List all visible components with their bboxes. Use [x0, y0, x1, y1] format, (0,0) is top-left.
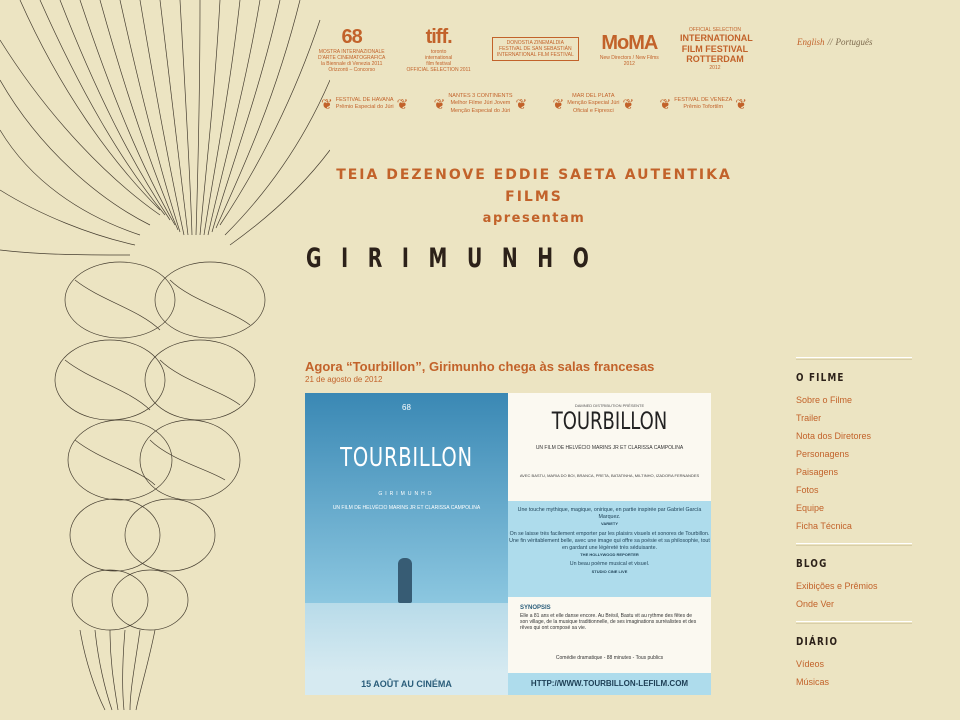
sidebar-section-diario: DIÁRIO Vídeos Músicas: [796, 635, 912, 691]
presenters-sub: apresentam: [482, 211, 586, 226]
quote-2: On se laisse très facilement emporter pa…: [509, 530, 710, 551]
poster-genre: Comédie dramatique - 88 minutes - Tous p…: [555, 655, 664, 661]
laurel-mdp-line-3: Oficial e Fipresci: [573, 107, 614, 114]
presenters: TEIA DEZENOVE EDDIE SAETA AUTENTIKA FILM…: [318, 164, 750, 230]
post-title-link[interactable]: Agora “Tourbillon”, Girimunho chega às s…: [305, 359, 654, 374]
lang-portuguese[interactable]: Português: [836, 37, 873, 47]
poster-figure: [398, 558, 412, 603]
lang-separator: //: [827, 37, 833, 47]
sidebar-item-fotos[interactable]: Fotos: [796, 481, 912, 499]
laurel-veneza-line-1: FESTIVAL DE VENEZA: [674, 96, 733, 103]
sidebar-item-ficha[interactable]: Ficha Técnica: [796, 517, 912, 535]
poster-laurel: 68: [402, 403, 411, 412]
sidebar-item-sobre[interactable]: Sobre o Filme: [796, 391, 912, 409]
laurel-havana-line-2: Prêmio Especial do Júri: [335, 104, 394, 110]
rotterdam-name: INTERNATIONAL FILM FESTIVAL ROTTERDAM: [679, 32, 753, 65]
laurel-nantes-line-3: Menção Especial do Júri: [450, 107, 511, 114]
sidebar-item-equipe[interactable]: Equipe: [796, 499, 912, 517]
poster-left-title: TOURBILLON: [340, 443, 473, 473]
laurel-left-icon: ❦: [659, 95, 672, 112]
san-sebastian-logo: DONOSTIA ZINEMALDIA FESTIVAL DE SAN SEBA…: [491, 37, 579, 61]
lang-english[interactable]: English: [797, 37, 825, 47]
synopsis-heading: SYNOPSIS: [520, 605, 551, 611]
laurel-veneza: ❦ FESTIVAL DE VENEZA Prêmio Tofortilm ❦: [656, 90, 750, 118]
laurel-left-icon: ❦: [433, 95, 446, 112]
sidebar-divider: [796, 543, 912, 546]
quote-1: Une touche mythique, magique, onirique, …: [517, 507, 702, 521]
laurel-havana-line-1: FESTIVAL DE HAVANA: [335, 96, 394, 103]
poster-right-credit: UN FILM DE HELVÉCIO MARINS JR ET CLARISS…: [535, 445, 684, 451]
laurel-right-icon: ❦: [396, 95, 409, 112]
sidebar-item-personagens[interactable]: Personagens: [796, 445, 912, 463]
award-laurels: ❦ FESTIVAL DE HAVANA Prêmio Especial do J…: [318, 90, 750, 118]
poster-left-credit: UN FILM DE HELVÉCIO MARINS JR ET CLARISS…: [332, 505, 481, 511]
sidebar-item-videos[interactable]: Vídeos: [796, 655, 912, 673]
laurel-mdp-line-1: MAR DEL PLATA: [572, 93, 615, 100]
sidebar-heading-film: O FILME: [796, 371, 845, 384]
braid-illustration: [0, 0, 330, 711]
moma-line-2: 2012: [623, 61, 635, 67]
festival-logos: 68 MOSTRA INTERNAZIONALE D'ARTE CINEMATO…: [318, 25, 753, 73]
quote-3: Un beau poème musical et visuel.: [569, 561, 650, 568]
sidebar-item-onde-ver[interactable]: Onde Ver: [796, 595, 912, 613]
sidebar-item-paisagens[interactable]: Paisagens: [796, 463, 912, 481]
laurel-right-icon: ❦: [515, 95, 528, 112]
post-date: 21 de agosto de 2012: [305, 375, 383, 384]
sidebar-item-exibicoes[interactable]: Exibições e Prêmios: [796, 577, 912, 595]
poster-right-cast: AVEC BASTU, MARIA DO BOI, BRANCA, PRETA,…: [519, 473, 700, 478]
laurel-left-icon: ❦: [321, 95, 333, 112]
sidebar-heading-blog: BLOG: [796, 557, 828, 570]
venice-logo: 68 MOSTRA INTERNAZIONALE D'ARTE CINEMATO…: [318, 25, 385, 73]
sidebar-heading-diario: DIÁRIO: [796, 635, 839, 648]
tourbillon-poster-image[interactable]: 68 TOURBILLON GIRIMUNHO UN FILM DE HELVÉ…: [305, 393, 711, 695]
poster-left-footer: 15 AOÛT AU CINÉMA: [305, 673, 508, 695]
quote-1-source: VARIETY: [600, 521, 619, 527]
sidebar-section-blog: BLOG Exibições e Prêmios Onde Ver: [796, 557, 912, 613]
poster-right-footer: HTTP://WWW.TOURBILLON-LEFILM.COM: [508, 673, 711, 695]
sidebar-section-film: O FILME Sobre o Filme Trailer Nota dos D…: [796, 371, 912, 535]
laurel-havana: ❦ FESTIVAL DE HAVANA Prêmio Especial do J…: [318, 90, 411, 118]
laurel-veneza-line-2: Prêmio Tofortilm: [683, 104, 724, 110]
laurel-nantes-line-1: NANTES 3 CONTINENTS: [448, 93, 513, 100]
venice-line-4: Orizzonti – Concorso: [328, 67, 376, 73]
rotterdam-line-1: OFFICIAL SELECTION: [688, 26, 741, 33]
sidebar-nav: O FILME Sobre o Filme Trailer Nota dos D…: [796, 357, 912, 699]
sidebar-item-trailer[interactable]: Trailer: [796, 409, 912, 427]
presenters-line: TEIA DEZENOVE EDDIE SAETA AUTENTIKA FILM…: [336, 167, 732, 205]
sidebar-divider: [796, 357, 912, 360]
tiff-logo: tiff. toronto international film festiva…: [407, 25, 471, 73]
rotterdam-logo: OFFICIAL SELECTION INTERNATIONAL FILM FE…: [679, 26, 753, 72]
poster-synopsis: SYNOPSIS Elle a 81 ans et elle danse enc…: [520, 605, 700, 631]
venice-logo-number: 68: [341, 26, 363, 48]
sidebar-item-nota[interactable]: Nota dos Diretores: [796, 427, 912, 445]
poster-left-panel: 68 TOURBILLON GIRIMUNHO UN FILM DE HELVÉ…: [305, 393, 508, 695]
laurel-nantes: ❦ NANTES 3 CONTINENTS Melhor Filme Júri J…: [431, 90, 531, 118]
poster-right-title: TOURBILLON: [551, 407, 668, 435]
laurel-mar-del-plata: ❦ MAR DEL PLATA Menção Especial Júri Ofici…: [549, 90, 637, 118]
moma-logo-mark: MoMA: [601, 32, 658, 54]
sidebar-divider: [796, 621, 912, 624]
language-switcher: English//Português: [797, 37, 873, 47]
quote-3-source: STUDIO CINE LIVE: [591, 568, 628, 574]
laurel-nantes-line-2: Melhor Filme Júri Jovem: [450, 100, 511, 107]
san-sebastian-line-3: INTERNATIONAL FILM FESTIVAL: [496, 52, 574, 58]
poster-right-panel: DAMNED DISTRIBUTION PRÉSENTE TOURBILLON …: [508, 393, 711, 695]
laurel-right-icon: ❦: [622, 95, 635, 112]
poster-sea: [305, 603, 508, 673]
rotterdam-line-2: 2012: [709, 65, 721, 72]
laurel-right-icon: ❦: [735, 95, 747, 112]
tiff-line-4: OFFICIAL SELECTION 2011: [406, 67, 471, 73]
poster-left-subtitle: GIRIMUNHO: [378, 491, 435, 497]
tiff-logo-mark: tiff.: [425, 26, 453, 48]
synopsis-text: Elle a 81 ans et elle danse encore. Au B…: [520, 613, 697, 631]
sidebar-item-musicas[interactable]: Músicas: [796, 673, 912, 691]
moma-logo: MoMA New Directors / New Films 2012: [600, 31, 659, 67]
laurel-left-icon: ❦: [552, 95, 565, 112]
film-title[interactable]: GIRIMUNHO: [306, 243, 608, 274]
quote-2-source: THE HOLLYWOOD REPORTER: [580, 552, 639, 558]
poster-quotes: Une touche mythique, magique, onirique, …: [508, 501, 711, 597]
laurel-mdp-line-2: Menção Especial Júri: [567, 100, 620, 107]
